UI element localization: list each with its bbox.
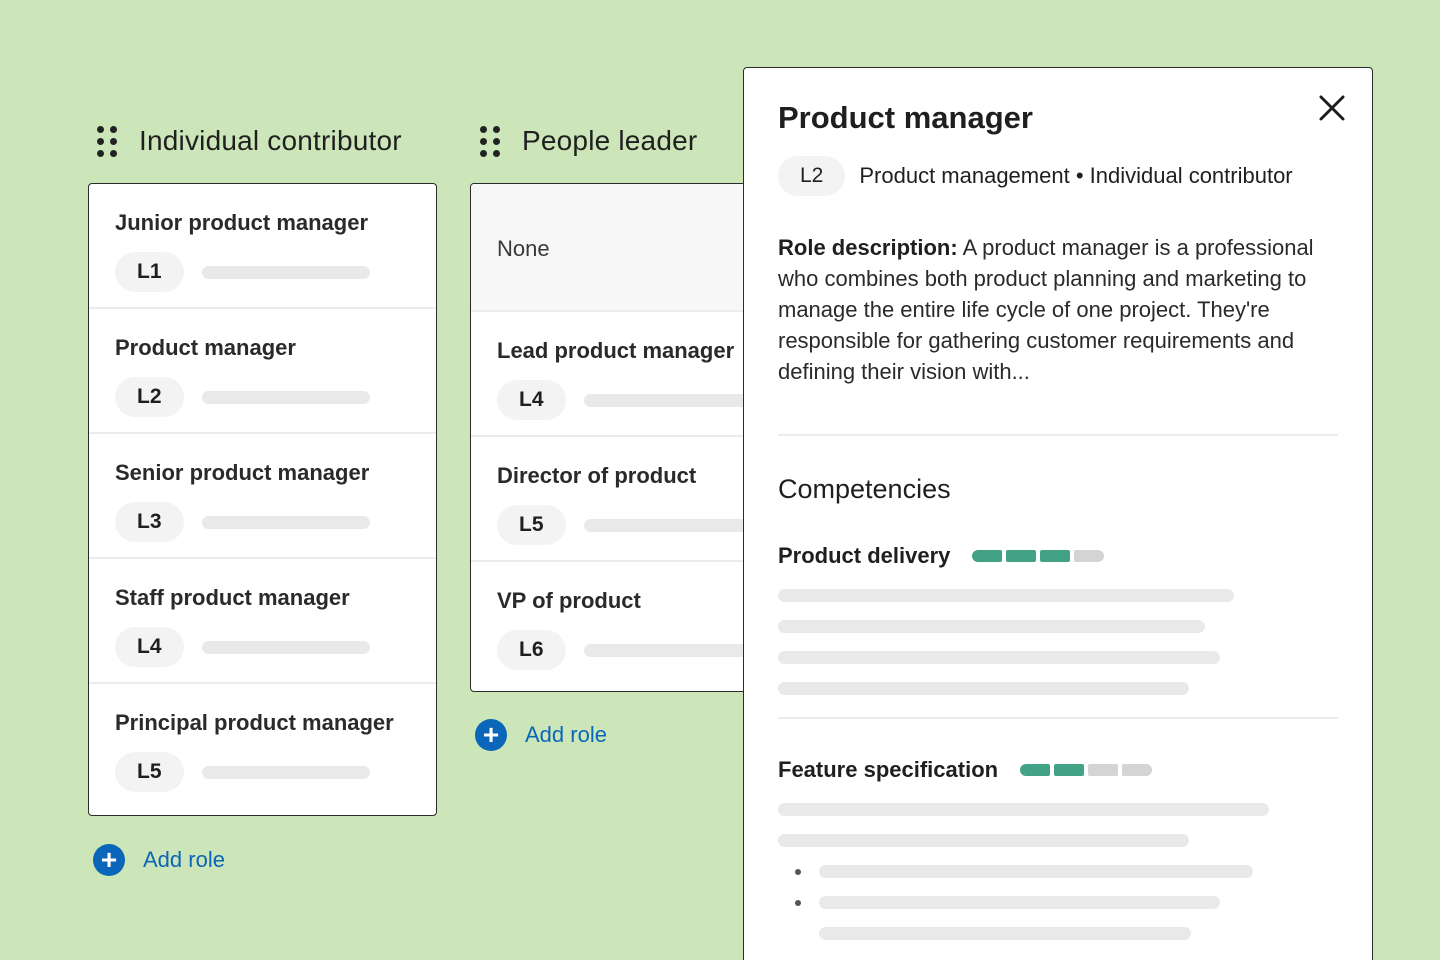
add-role-label: Add role xyxy=(143,847,225,872)
placeholder-bar xyxy=(201,515,370,529)
competencies-title: Competencies xyxy=(778,474,951,504)
competency-placeholder-lines xyxy=(778,803,1338,940)
roles-list-people-leader: None Lead product manager L4 Director of… xyxy=(470,183,770,692)
column-title: People leader xyxy=(522,125,698,156)
role-item[interactable]: Staff product manager L4 xyxy=(89,559,436,684)
level-badge: L1 xyxy=(115,252,184,292)
placeholder-bar xyxy=(201,265,370,279)
competency-product-delivery[interactable]: Product delivery xyxy=(778,543,1338,569)
role-name: Director of product xyxy=(497,463,697,488)
plus-circle-icon: + xyxy=(475,719,507,751)
competency-feature-specification[interactable]: Feature specification xyxy=(778,757,1338,783)
level-badge: L2 xyxy=(115,377,184,417)
role-name: Product manager xyxy=(115,335,296,360)
role-item[interactable]: Director of product L5 xyxy=(471,437,769,562)
close-icon[interactable] xyxy=(1314,90,1350,126)
column-header-individual-contributor: Individual contributor xyxy=(97,121,402,161)
placeholder-bar xyxy=(583,643,752,657)
drag-handle-icon[interactable] xyxy=(97,125,117,157)
add-role-button[interactable]: + Add role xyxy=(93,844,225,876)
competency-level-meter xyxy=(972,550,1105,562)
level-badge: L4 xyxy=(497,380,566,420)
role-name: Principal product manager xyxy=(115,710,394,735)
level-badge: L2 xyxy=(778,156,846,196)
none-label: None xyxy=(497,236,550,261)
level-badge: L4 xyxy=(115,627,184,667)
competency-placeholder-lines xyxy=(778,589,1338,695)
role-description: Role description: A product manager is a… xyxy=(778,232,1338,387)
placeholder-bar xyxy=(583,518,752,532)
role-item-none[interactable]: None xyxy=(471,184,769,312)
placeholder-bar xyxy=(583,393,752,407)
competency-name: Feature specification xyxy=(778,757,999,782)
plus-circle-icon: + xyxy=(93,844,125,876)
role-item[interactable]: VP of product L6 xyxy=(471,562,769,687)
competency-level-meter xyxy=(1020,764,1153,776)
placeholder-bar xyxy=(201,765,370,779)
role-description-label: Role description: xyxy=(778,235,958,260)
placeholder-bar xyxy=(201,390,370,404)
level-badge: L6 xyxy=(497,630,566,670)
role-name: Junior product manager xyxy=(115,210,369,235)
role-name: VP of product xyxy=(497,588,641,613)
role-item[interactable]: Junior product manager L1 xyxy=(89,184,436,309)
competency-name: Product delivery xyxy=(778,543,951,568)
role-name: Senior product manager xyxy=(115,460,370,485)
column-title: Individual contributor xyxy=(139,125,402,156)
divider xyxy=(778,717,1338,719)
role-item[interactable]: Principal product manager L5 xyxy=(89,684,436,809)
role-item[interactable]: Senior product manager L3 xyxy=(89,434,436,559)
add-role-button[interactable]: + Add role xyxy=(475,719,607,751)
divider xyxy=(778,434,1338,436)
role-item[interactable]: Lead product manager L4 xyxy=(471,312,769,437)
role-name: Staff product manager xyxy=(115,585,350,610)
role-name: Lead product manager xyxy=(497,338,735,363)
roles-list-individual-contributor: Junior product manager L1 Product manage… xyxy=(88,183,437,816)
role-meta-text: Product management • Individual contribu… xyxy=(859,163,1293,188)
panel-title: Product manager xyxy=(778,100,1033,135)
role-detail-panel: Product manager L2 Product management • … xyxy=(743,67,1373,960)
level-badge: L5 xyxy=(497,505,566,545)
level-badge: L5 xyxy=(115,752,184,792)
column-header-people-leader: People leader xyxy=(480,121,697,161)
level-badge: L3 xyxy=(115,502,184,542)
add-role-label: Add role xyxy=(525,722,607,747)
role-meta: L2 Product management • Individual contr… xyxy=(778,156,1338,196)
drag-handle-icon[interactable] xyxy=(480,125,500,157)
placeholder-bar xyxy=(201,640,370,654)
role-item[interactable]: Product manager L2 xyxy=(89,309,436,434)
